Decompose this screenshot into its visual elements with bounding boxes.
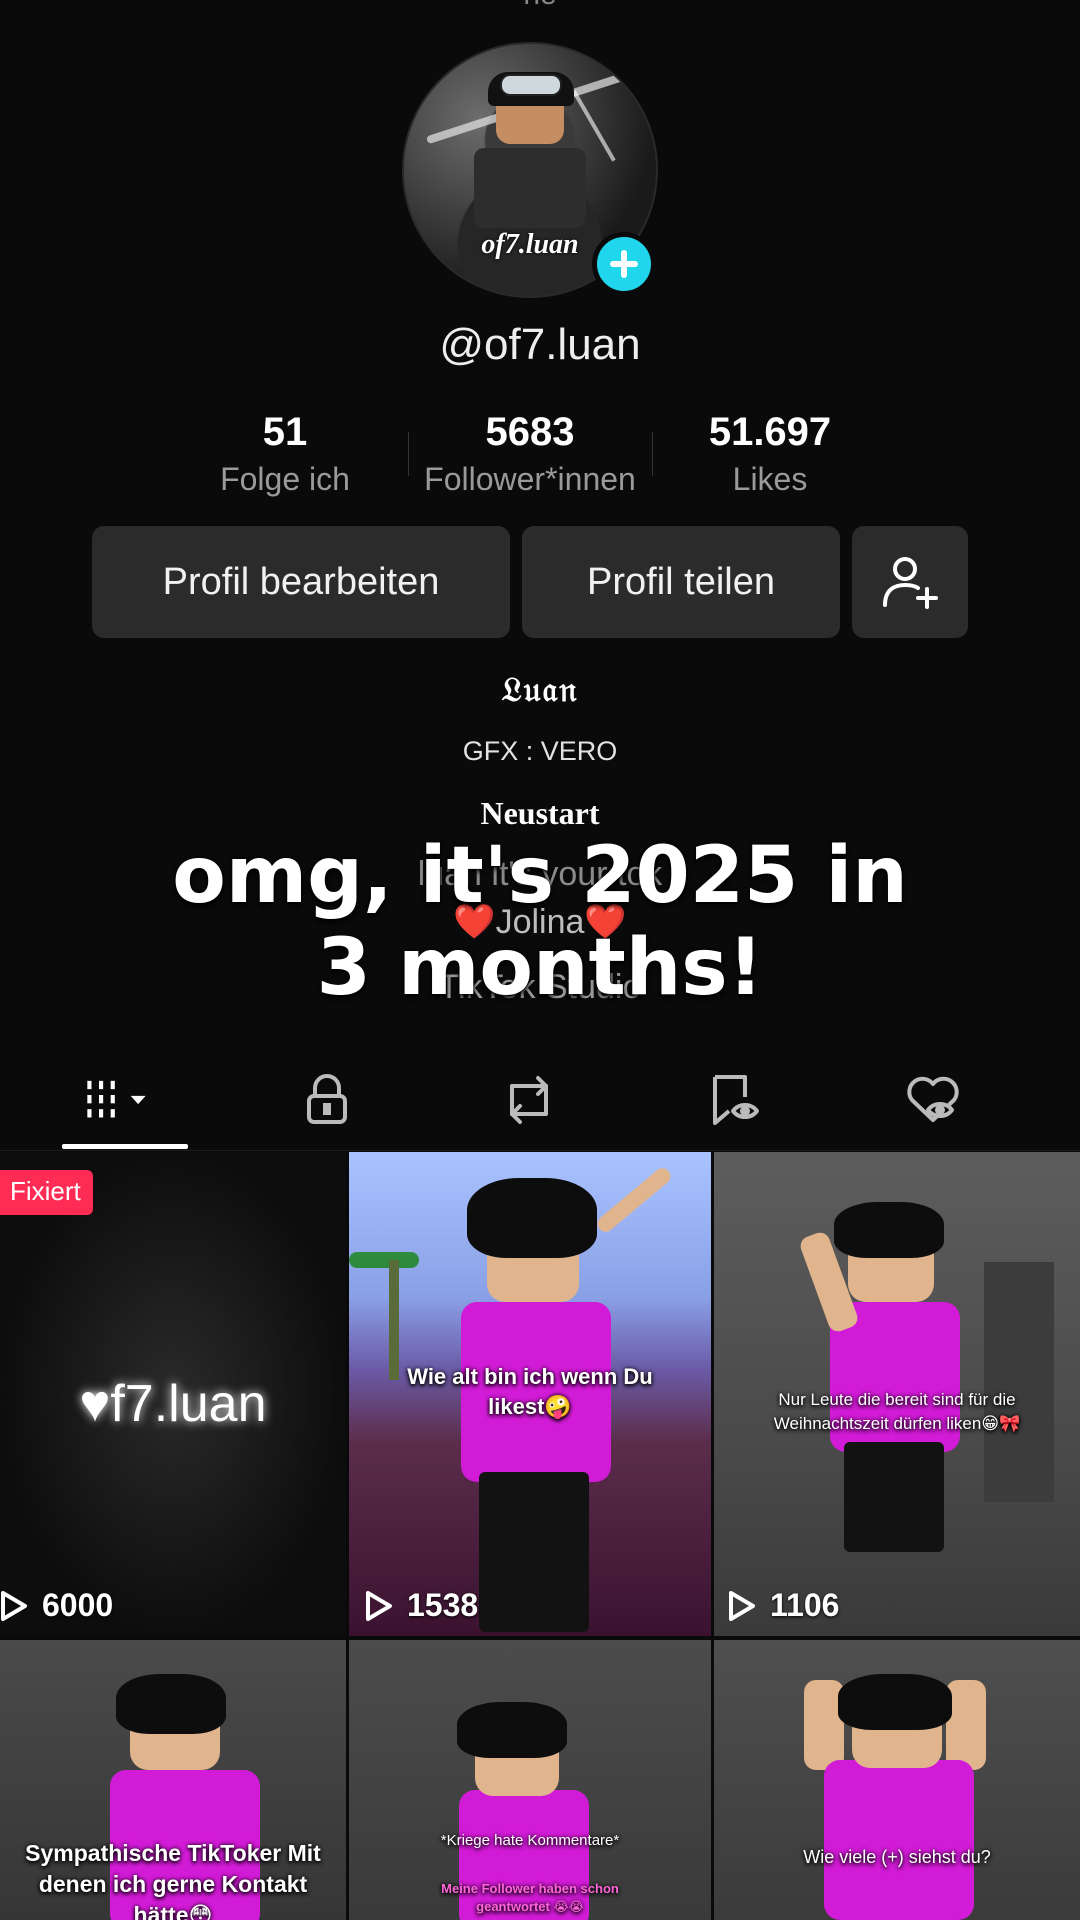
top-cut-text: ne bbox=[0, 0, 1080, 12]
video-tile[interactable]: *Kriege hate Kommentare* Meine Follower … bbox=[349, 1640, 711, 1920]
view-count: 1106 bbox=[728, 1587, 839, 1624]
overlay-line-1: omg, it's 2025 in bbox=[172, 831, 908, 921]
video-caption: Wie alt bin ich wenn Du likest🤪 bbox=[407, 1364, 653, 1419]
video-caption: *Kriege hate Kommentare* bbox=[440, 1832, 620, 1849]
edit-profile-button[interactable]: Profil bearbeiten bbox=[92, 526, 510, 638]
stat-likes-value: 51.697 bbox=[708, 410, 832, 454]
stat-following-label: Folge ich bbox=[220, 461, 350, 497]
profile-username: @of7.luan bbox=[439, 320, 641, 369]
tab-liked[interactable] bbox=[898, 1070, 968, 1130]
stat-likes-label: Likes bbox=[732, 461, 808, 497]
video-tile[interactable]: Wie alt bin ich wenn Du likest🤪 1538 bbox=[349, 1152, 711, 1636]
video-tile[interactable]: Wie viele (+) siehst du? bbox=[714, 1640, 1080, 1920]
bio-gfx-line: GFX : VERO bbox=[462, 736, 618, 766]
overlay-line-2: 3 months! bbox=[316, 923, 764, 1013]
view-count: 6000 bbox=[0, 1587, 113, 1624]
stat-likes[interactable]: 51.697 Likes bbox=[660, 410, 880, 498]
view-count-value: 6000 bbox=[42, 1587, 114, 1623]
stat-following-value: 51 bbox=[262, 410, 308, 454]
stat-followers-value: 5683 bbox=[485, 410, 575, 454]
stat-following[interactable]: 51 Folge ich bbox=[180, 410, 390, 498]
stat-followers-label: Follower*innen bbox=[424, 461, 636, 497]
view-count: 1538 bbox=[365, 1587, 478, 1624]
view-count-value: 1538 bbox=[407, 1587, 479, 1623]
tab-divider bbox=[0, 1150, 1080, 1151]
video-tile[interactable]: Nur Leute die bereit sind für die Weihna… bbox=[714, 1152, 1080, 1636]
repost-icon bbox=[510, 1076, 548, 1124]
play-icon bbox=[729, 1590, 755, 1621]
stat-divider bbox=[408, 432, 409, 476]
tab-reposts[interactable] bbox=[494, 1070, 564, 1130]
bio-neustart: Neustart bbox=[480, 795, 600, 831]
tab-private[interactable] bbox=[292, 1070, 362, 1130]
share-profile-button[interactable]: Profil teilen bbox=[522, 526, 840, 638]
active-tab-indicator bbox=[62, 1144, 188, 1149]
lock-icon bbox=[307, 1074, 347, 1124]
videos-grid-icon bbox=[87, 1080, 146, 1118]
heart-hidden-icon bbox=[907, 1076, 959, 1122]
tab-videos[interactable] bbox=[84, 1070, 154, 1130]
video-caption: Wie viele (+) siehst du? bbox=[803, 1847, 991, 1867]
add-friends-button[interactable] bbox=[852, 526, 968, 638]
video-caption: Nur Leute die bereit sind für die Weihna… bbox=[773, 1390, 1021, 1433]
video-tile[interactable]: Sympathische TikToker Mit denen ich gern… bbox=[0, 1640, 346, 1920]
add-user-icon bbox=[883, 557, 938, 609]
video-caption: Sympathische TikToker Mit denen ich gern… bbox=[25, 1840, 321, 1920]
avatar-logo-text: of7.luan bbox=[481, 229, 579, 260]
add-avatar-plus-button[interactable] bbox=[592, 232, 656, 296]
stat-followers[interactable]: 5683 Follower*innen bbox=[410, 410, 650, 498]
video-title-text: ♥f7.luan bbox=[79, 1375, 267, 1433]
video-overlay-caption: omg, it's 2025 in 3 months! bbox=[0, 830, 1080, 1014]
bookmark-hidden-icon bbox=[713, 1075, 759, 1125]
video-tile[interactable]: Fixiert ♥f7.luan 6000 bbox=[0, 1152, 346, 1636]
plus-icon bbox=[610, 250, 638, 278]
play-icon bbox=[366, 1590, 392, 1621]
bio-display-name: 𝔏𝔲𝔞𝔫 bbox=[501, 672, 579, 709]
video-caption-secondary: Meine Follower haben schon geantwortet 😭… bbox=[441, 1881, 619, 1914]
pinned-badge: Fixiert bbox=[0, 1170, 93, 1215]
play-icon bbox=[1, 1590, 27, 1621]
view-count-value: 1106 bbox=[770, 1587, 840, 1623]
tab-favorites[interactable] bbox=[700, 1070, 770, 1130]
stat-divider bbox=[652, 432, 653, 476]
